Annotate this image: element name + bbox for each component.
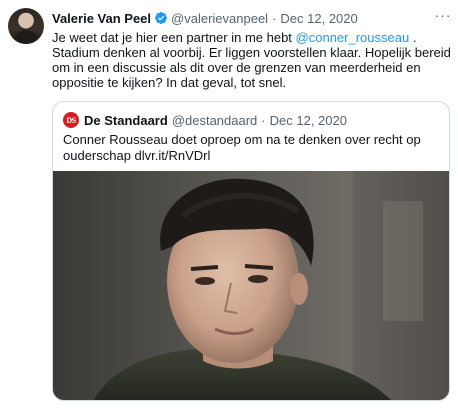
tweet-card[interactable]: Valerie Van Peel @valerievanpeel · Dec 1… (0, 0, 458, 410)
quoted-tweet-header: DS De Standaard @destandaard · Dec 12, 2… (63, 111, 347, 129)
quoted-tweet-photo[interactable] (53, 171, 449, 400)
more-options-icon[interactable]: ··· (434, 6, 452, 24)
author-avatar[interactable] (8, 8, 44, 44)
de-standaard-logo-icon[interactable]: DS (63, 112, 79, 128)
quoted-tweet[interactable]: DS De Standaard @destandaard · Dec 12, 2… (52, 101, 450, 401)
author-handle[interactable]: @valerievanpeel (171, 11, 268, 26)
tweet-date[interactable]: Dec 12, 2020 (280, 11, 357, 26)
quoted-tweet-date[interactable]: Dec 12, 2020 (270, 113, 347, 128)
author-display-name[interactable]: Valerie Van Peel (52, 11, 151, 26)
tweet-header: Valerie Van Peel @valerievanpeel · Dec 1… (52, 10, 358, 26)
mention-link[interactable]: @conner_rousseau (296, 30, 410, 45)
portrait-photo-illustration (53, 171, 449, 400)
tweet-text: Je weet dat je hier een partner in me he… (52, 30, 452, 90)
quoted-author-name[interactable]: De Standaard (84, 113, 168, 128)
quoted-author-handle[interactable]: @destandaard (172, 113, 257, 128)
verified-badge-icon (155, 12, 168, 24)
quoted-header-separator: · (261, 112, 266, 128)
quoted-tweet-text: Conner Rousseau doet oproep om na te den… (63, 132, 421, 163)
tweet-text-part1: Je weet dat je hier een partner in me he… (52, 30, 296, 45)
header-separator: · (272, 10, 277, 26)
